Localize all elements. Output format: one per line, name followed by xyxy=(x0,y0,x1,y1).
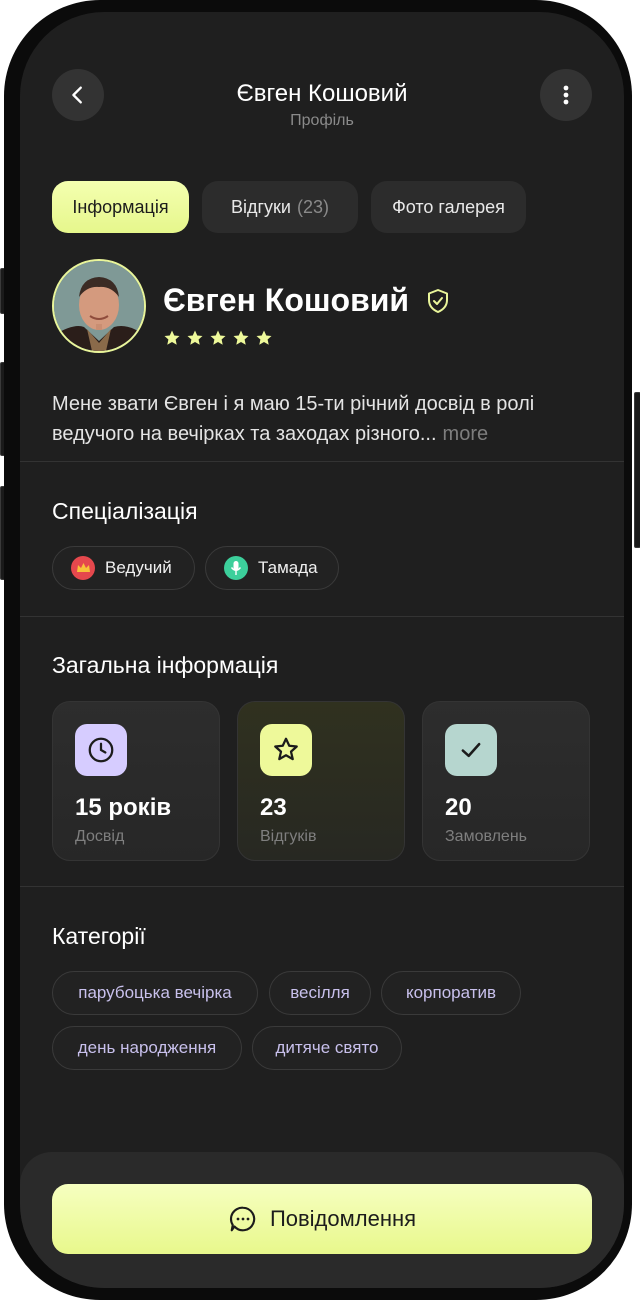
stat-label: Замовлень xyxy=(445,828,527,845)
specialization-chip-label: Ведучий xyxy=(105,558,172,577)
message-button[interactable]: Повідомлення xyxy=(52,1184,592,1254)
divider xyxy=(20,461,624,462)
microphone-icon xyxy=(224,556,248,580)
stat-value: 23 xyxy=(260,794,287,821)
category-tag[interactable]: весілля xyxy=(269,971,371,1015)
profile-bio: Мене звати Євген і я маю 15-ти річний до… xyxy=(52,389,592,449)
stat-card-experience: 15 років Досвід xyxy=(52,701,220,861)
star-icon xyxy=(260,724,312,776)
page-subtitle: Профіль xyxy=(290,112,354,129)
tab-reviews-label: Відгуки xyxy=(230,196,291,217)
specialization-chip-label: Тамада xyxy=(258,558,318,577)
category-tag[interactable]: дитяче свято xyxy=(252,1026,402,1070)
specialization-title: Спеціалізація xyxy=(52,498,198,524)
more-options-button[interactable] xyxy=(540,69,592,121)
tab-info[interactable]: Інформація xyxy=(52,181,189,233)
specialization-chip-host[interactable]: Ведучий xyxy=(52,546,195,590)
tab-reviews[interactable]: Відгуки (23) xyxy=(202,181,358,233)
page-title: Євген Кошовий xyxy=(236,80,408,107)
category-tag[interactable]: парубоцька вечірка xyxy=(52,971,258,1015)
stat-value: 20 xyxy=(445,794,472,821)
profile-name-text: Євген Кошовий xyxy=(163,282,410,318)
rating-stars xyxy=(163,329,273,347)
stat-card-orders: 20 Замовлень xyxy=(422,701,590,861)
avatar xyxy=(52,259,146,353)
chat-bubble-icon xyxy=(229,1206,256,1232)
profile-name: Євген Кошовий xyxy=(163,282,450,319)
phone-frame: Євген Кошовий Профіль Інформація Відгуки… xyxy=(4,0,632,1300)
rating-star-icon xyxy=(164,330,180,345)
crown-icon xyxy=(71,556,95,580)
more-vertical-icon xyxy=(563,85,569,105)
stat-card-reviews[interactable]: 23 Відгуків xyxy=(237,701,405,861)
rating-star-icon xyxy=(187,330,203,345)
tab-photo-gallery[interactable]: Фото галерея xyxy=(371,181,526,233)
phone-power-button xyxy=(634,392,640,548)
divider xyxy=(20,616,624,617)
stat-label: Відгуків xyxy=(260,828,317,845)
category-tag[interactable]: корпоратив xyxy=(381,971,521,1015)
rating-star-icon xyxy=(256,330,272,345)
tab-reviews-count: (23) xyxy=(297,196,330,217)
divider xyxy=(20,886,624,887)
stat-label: Досвід xyxy=(75,828,125,845)
avatar-photo xyxy=(54,261,144,351)
specialization-chip-tamada[interactable]: Тамада xyxy=(205,546,339,590)
screen: Євген Кошовий Профіль Інформація Відгуки… xyxy=(20,12,624,1288)
clock-icon xyxy=(75,724,127,776)
message-button-label: Повідомлення xyxy=(269,1206,417,1231)
check-icon xyxy=(445,724,497,776)
stat-value: 15 років xyxy=(75,794,172,821)
tab-info-label: Інформація xyxy=(72,196,169,217)
tab-photo-gallery-label: Фото галерея xyxy=(392,196,505,217)
general-info-title: Загальна інформація xyxy=(52,652,279,678)
category-tag[interactable]: день народження xyxy=(52,1026,242,1070)
rating-star-icon xyxy=(233,330,249,345)
categories-title: Категорії xyxy=(52,923,146,949)
verified-shield-icon xyxy=(427,289,448,313)
bio-more-link[interactable]: more xyxy=(443,423,489,445)
rating-star-icon xyxy=(210,330,226,345)
